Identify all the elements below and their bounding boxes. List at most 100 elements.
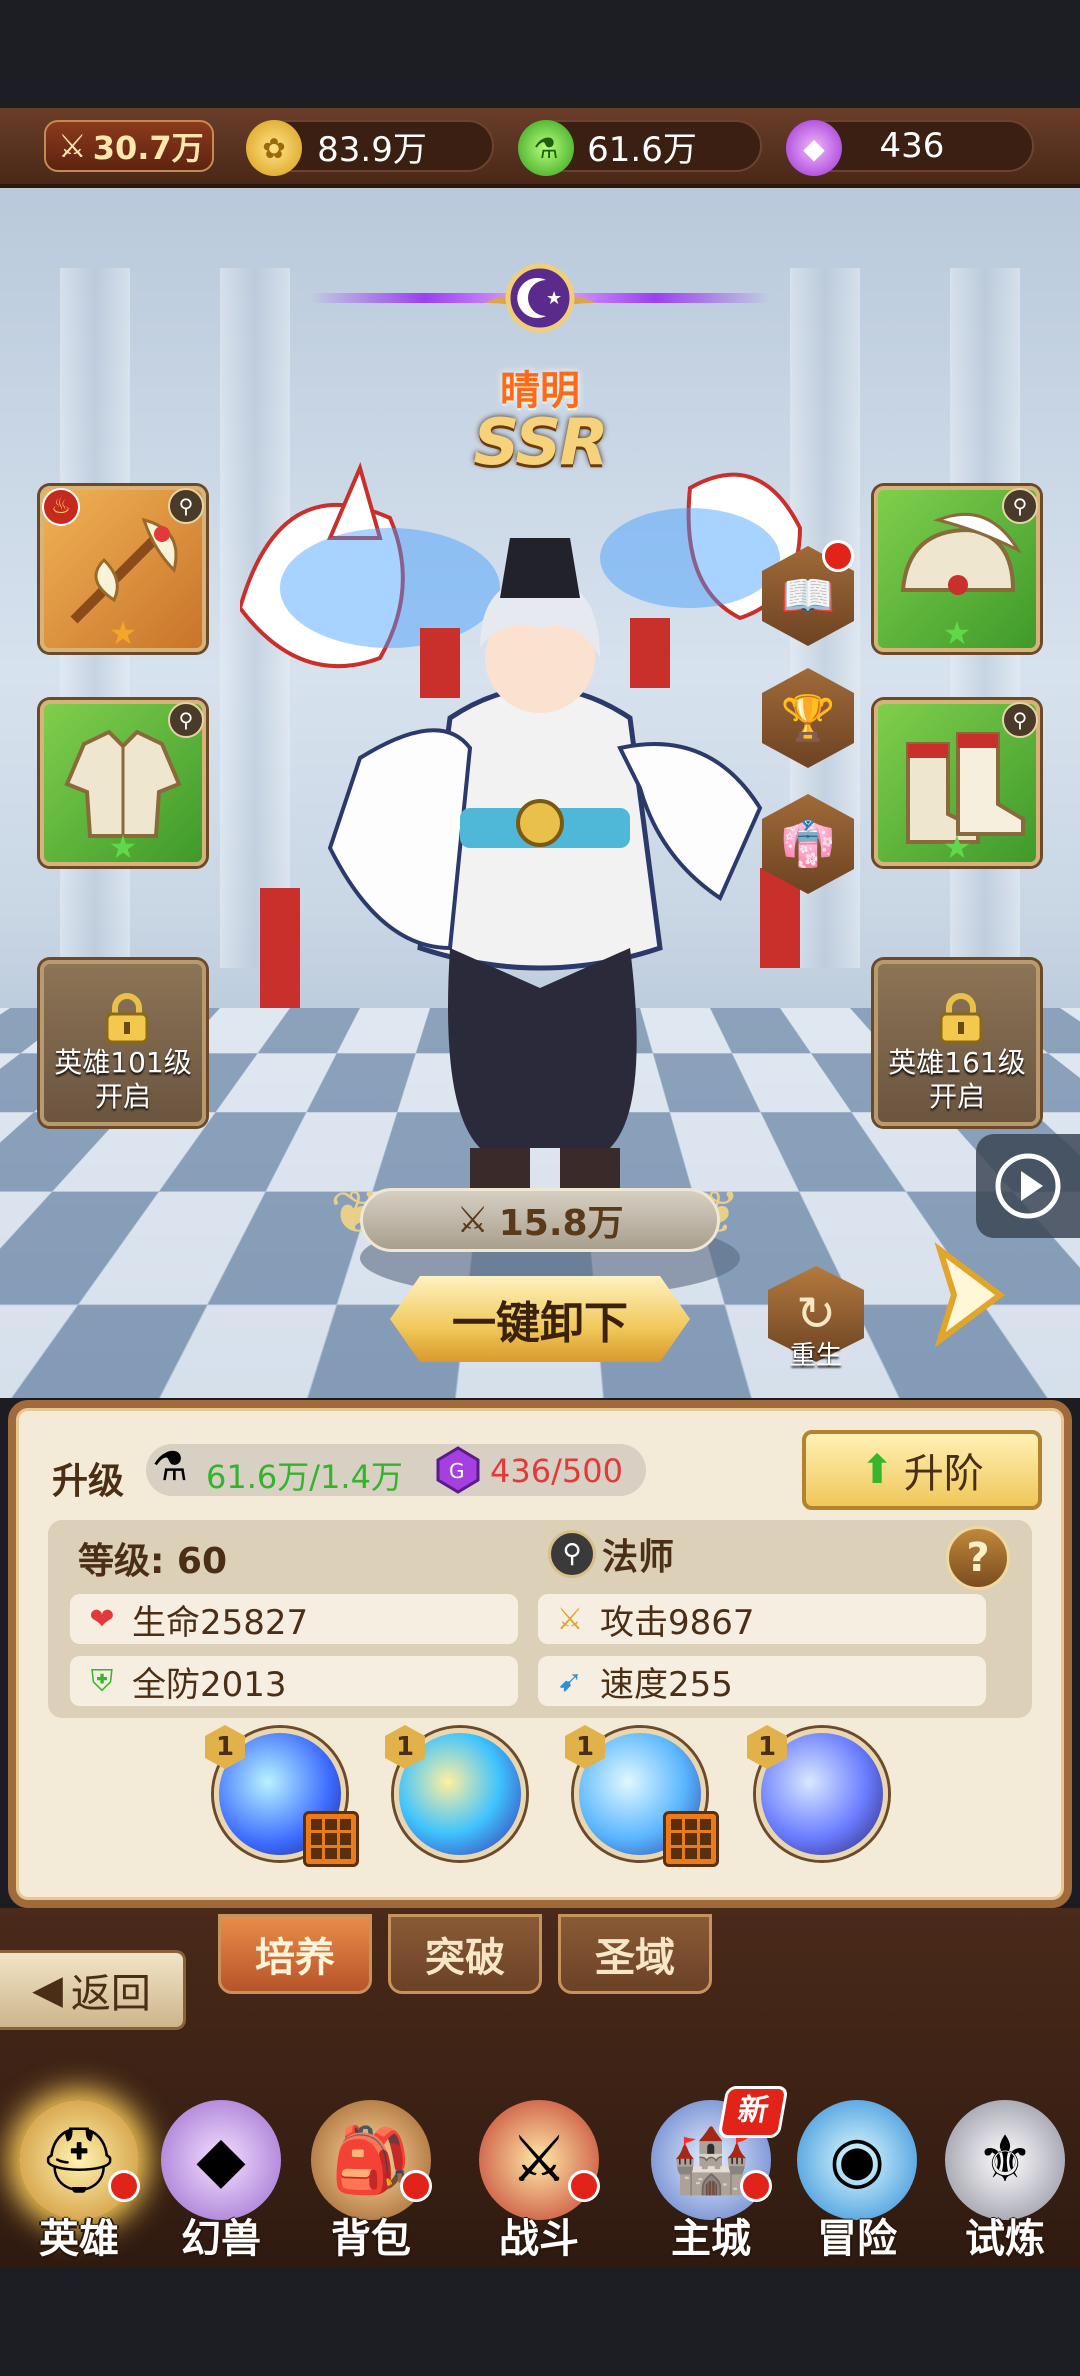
notification-dot — [568, 2170, 600, 2202]
upgrade-label: 升级 — [52, 1461, 125, 1502]
skill-4[interactable]: 1 — [747, 1725, 888, 1860]
attack-value: 攻击9867 — [600, 1602, 755, 1643]
hero-helmet-icon: ⛑ — [19, 2100, 139, 2220]
skill-1[interactable]: 1 — [205, 1725, 359, 1867]
nav-label: 幻兽 — [181, 2216, 261, 2262]
tab-cultivate[interactable]: 培养 — [218, 1914, 372, 1994]
locked-slot-left[interactable]: 英雄101级 开启 — [40, 960, 206, 1126]
nav-label: 背包 — [331, 2216, 411, 2262]
help-button[interactable]: ? — [946, 1526, 1010, 1590]
helmet-slot[interactable]: ⚲ ★ — [874, 486, 1040, 652]
svg-text:G: G — [449, 1459, 465, 1483]
svg-text:★: ★ — [546, 288, 562, 309]
gem-cost: 436/500 — [490, 1452, 623, 1490]
back-arrow-icon: ◀ — [32, 1967, 63, 2013]
tab-sanctuary[interactable]: 圣域 — [558, 1914, 712, 1994]
nav-label: 主城 — [671, 2216, 751, 2262]
weapon-slot[interactable]: ♨ ⚲ ★ — [40, 486, 206, 652]
gem-icon: ◆ — [786, 120, 842, 176]
nav-label: 试炼 — [965, 2216, 1045, 2262]
gem-resource[interactable]: ◆ 436 — [786, 120, 1034, 176]
notification-dot — [740, 2170, 772, 2202]
trophy-icon: 🏆 — [780, 693, 836, 744]
armor-slot[interactable]: ⚲ ★ — [40, 700, 206, 866]
speed-value: 速度255 — [600, 1664, 733, 1705]
star-icon: ★ — [942, 828, 972, 866]
stats-box: 等级: 60 ⚲ 法师 ? ❤ 生命25827 ⚔ 攻击9867 ⛨ 全防201… — [48, 1520, 1032, 1718]
boot-speed-icon: ➹ — [557, 1663, 583, 1699]
knight-helmet-icon: ⚜ — [945, 2100, 1065, 2220]
potion-icon: ⚗ — [518, 120, 574, 176]
resource-bar: ⚔ 30.7万 ✿ 83.9万 ⚗ 61.6万 ◆ 436 — [0, 108, 1080, 188]
class-icon: ⚲ — [168, 702, 204, 738]
nav-beast[interactable]: ◆ 幻兽 — [146, 2100, 296, 2270]
gold-value: 83.9万 — [317, 129, 427, 170]
rebirth-label: 重生 — [789, 1341, 842, 1371]
sword-icon: ⚔ — [456, 1199, 489, 1241]
skill-level: 1 — [565, 1725, 605, 1769]
gold-resource[interactable]: ✿ 83.9万 — [246, 120, 494, 176]
replay-video-button[interactable] — [976, 1134, 1080, 1238]
potion-value: 61.6万 — [587, 129, 697, 170]
grid-icon — [303, 1811, 359, 1867]
game-screen: ⚔ 30.7万 ✿ 83.9万 ⚗ 61.6万 ◆ 436 ★ 晴明 SSR ♨… — [0, 0, 1080, 2376]
skill-3[interactable]: 1 — [565, 1725, 719, 1867]
locked-slot-right[interactable]: 英雄161级 开启 — [874, 960, 1040, 1126]
play-icon — [995, 1153, 1061, 1219]
nav-trial[interactable]: ⚜ 试炼 — [930, 2100, 1080, 2270]
nav-hero[interactable]: ⛑ 英雄 — [4, 2100, 154, 2270]
skill-level: 1 — [205, 1725, 245, 1769]
skill-level: 1 — [385, 1725, 425, 1769]
hero-info-panel: 升级 ⚗ 61.6万/1.4万 G 436/500 ⬆ 升阶 等级: 60 ⚲ … — [8, 1400, 1072, 1908]
lock-icon — [105, 993, 149, 1044]
class-icon: ⚲ — [1002, 488, 1038, 524]
nav-label: 英雄 — [39, 2216, 119, 2262]
crystal-icon: ◆ — [161, 2100, 281, 2220]
new-badge: 新 — [717, 2086, 789, 2138]
skills-row: 1 1 1 1 — [16, 1725, 1064, 1878]
hp-stat: ❤ 生命25827 — [70, 1594, 518, 1644]
nav-adventure[interactable]: ◉ 冒险 — [782, 2100, 932, 2270]
star-icon: ★ — [942, 614, 972, 652]
class-icon: ⚲ — [168, 488, 204, 524]
nav-backpack[interactable]: 🎒 背包 — [296, 2100, 446, 2270]
hero-scene: ★ 晴明 SSR ♨ ⚲ ★ ⚲ ★ 英雄101级 开启 ⚲ ★ ⚲ ★ 英雄1… — [0, 188, 1080, 1398]
sword-icon: ⚔ — [58, 127, 87, 165]
tab-breakthrough[interactable]: 突破 — [388, 1914, 542, 1994]
unload-all-button[interactable]: 一键卸下 — [390, 1276, 690, 1362]
gold-coin-icon: ✿ — [246, 120, 302, 176]
crossed-swords-icon: ⚔ — [479, 2100, 599, 2220]
class-icon: ⚲ — [1002, 702, 1038, 738]
potion-icon: ⚗ — [152, 1444, 188, 1490]
lock-status: 开启 — [94, 1080, 151, 1113]
back-button[interactable]: ◀ 返回 — [0, 1950, 186, 2030]
arrow-up-icon: ⬆ — [860, 1447, 894, 1493]
hero-level: 等级: 60 — [78, 1541, 228, 1582]
advance-button[interactable]: ⬆ 升阶 — [802, 1430, 1042, 1510]
star-icon: ★ — [108, 828, 138, 866]
total-power: 30.7万 — [92, 129, 204, 167]
skill-2[interactable]: 1 — [385, 1725, 526, 1860]
shield-icon: ⛨ — [90, 1663, 114, 1699]
upgrade-cost: ⚗ 61.6万/1.4万 G 436/500 — [146, 1444, 646, 1496]
rebirth-button[interactable]: ↻ 重生 — [768, 1266, 864, 1371]
defense-stat: ⛨ 全防2013 — [70, 1656, 518, 1706]
notification-dot — [822, 540, 854, 572]
boots-slot[interactable]: ⚲ ★ — [874, 700, 1040, 866]
gem-value: 436 — [879, 126, 945, 166]
attack-stat: ⚔ 攻击9867 — [538, 1594, 986, 1644]
next-hero-arrow-icon[interactable] — [930, 1240, 1010, 1350]
lock-requirement: 英雄101级 — [54, 1046, 192, 1079]
system-bottom-bar — [0, 2268, 1080, 2376]
gem-icon: G — [436, 1446, 480, 1494]
lock-icon — [939, 993, 983, 1044]
notification-dot — [108, 2170, 140, 2202]
sword-icon: ⚔ — [556, 1601, 584, 1637]
potion-resource[interactable]: ⚗ 61.6万 — [518, 120, 762, 176]
lock-status: 开启 — [928, 1080, 985, 1113]
book-icon: 📖 — [780, 571, 836, 622]
nav-battle[interactable]: ⚔ 战斗 — [464, 2100, 614, 2270]
fire-element-icon: ♨ — [42, 488, 80, 526]
grid-icon — [663, 1811, 719, 1867]
power-chip: ⚔ 30.7万 — [44, 120, 214, 172]
